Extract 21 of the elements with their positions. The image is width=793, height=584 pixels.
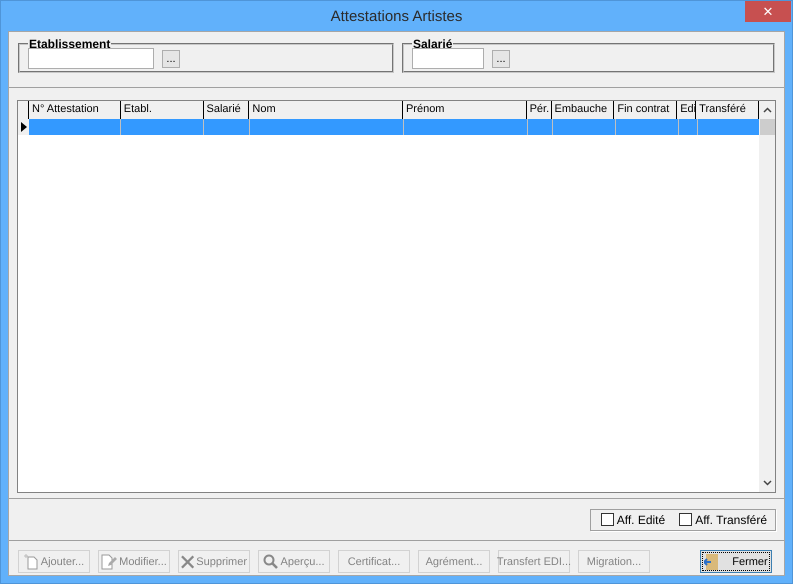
scroll-down-icon[interactable] — [762, 480, 772, 486]
edit-document-icon — [101, 554, 118, 570]
checkbox[interactable]: Aff. Edité — [600, 512, 666, 526]
input-field[interactable] — [412, 48, 484, 69]
exit-door-icon — [704, 554, 718, 570]
input-field[interactable] — [28, 48, 154, 69]
checkbox[interactable]: Aff. Transféré — [679, 512, 767, 526]
table-row[interactable] — [18, 119, 759, 135]
delete-icon — [181, 554, 194, 568]
group-label: Salarié — [412, 37, 454, 51]
window-title: Attestations Artistes — [330, 8, 462, 24]
search-icon — [263, 554, 278, 569]
scroll-thumb[interactable] — [760, 119, 774, 135]
scroll-up-icon[interactable] — [762, 107, 772, 113]
browse-button[interactable]: ... — [162, 50, 180, 68]
new-document-icon — [24, 554, 39, 570]
browse-button[interactable]: ... — [492, 50, 510, 68]
group-label: Etablissement — [28, 37, 112, 51]
close-button[interactable]: × — [745, 1, 791, 22]
scrollbar[interactable] — [759, 101, 775, 492]
close-button[interactable]: Fermer — [700, 550, 772, 573]
